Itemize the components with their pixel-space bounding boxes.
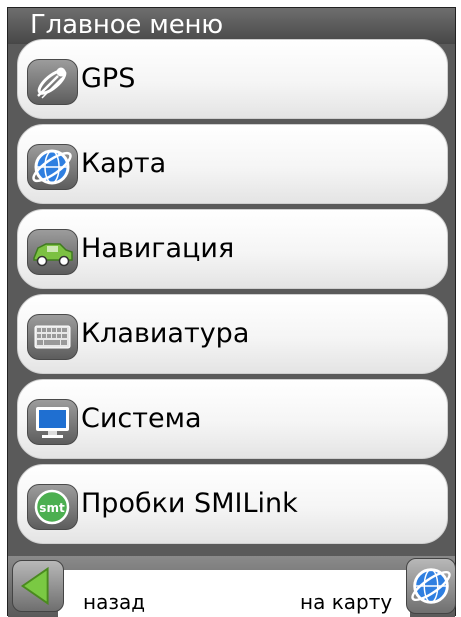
menu-item-label: Система [81,403,202,434]
smilink-icon-text: smt [39,501,65,515]
back-arrow-icon [20,566,49,606]
globe-icon [27,144,78,190]
monitor-icon [27,399,78,445]
smilink-icon: smt [27,484,78,530]
menu-item-map[interactable]: Карта [17,124,448,204]
to-map-label[interactable]: на карту [300,590,392,614]
menu-item-system[interactable]: Система [17,379,448,459]
car-icon [27,229,78,275]
menu-item-label: Клавиатура [81,318,250,349]
menu-item-label: GPS [81,63,136,94]
menu-item-traffic-smilink[interactable]: smt Пробки SMILink [17,464,448,544]
menu-item-keyboard[interactable]: Клавиатура [17,294,448,374]
menu-item-label: Пробки SMILink [81,488,298,519]
menu-item-label: Навигация [81,233,235,264]
menu-item-label: Карта [81,148,167,179]
globe-icon [411,568,451,604]
page-title: Главное меню [30,10,223,40]
back-button[interactable] [12,560,64,612]
screen: Главное меню GPS Карта Навигация Клавиат… [0,0,461,617]
keyboard-icon [27,314,78,360]
main-menu: GPS Карта Навигация Клавиатура Система s… [17,39,448,549]
app-frame: Главное меню GPS Карта Навигация Клавиат… [7,7,456,617]
back-label[interactable]: назад [83,590,145,614]
satellite-icon [27,59,78,105]
menu-item-gps[interactable]: GPS [17,39,448,119]
to-map-button[interactable] [406,558,456,614]
bottom-bar: назад на карту [8,556,456,617]
menu-item-navigation[interactable]: Навигация [17,209,448,289]
